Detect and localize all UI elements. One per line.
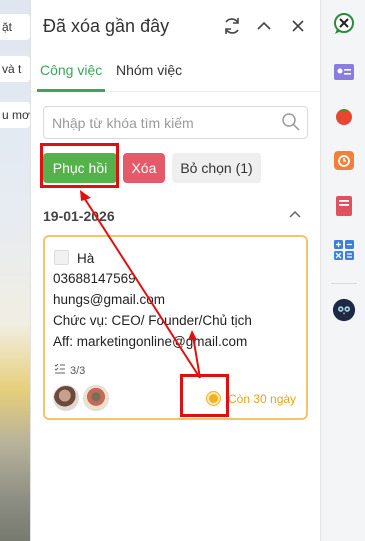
- remaining-days-label: Còn 30 ngày: [228, 392, 297, 406]
- checklist-icon: [54, 363, 66, 378]
- tab-bar: Công việc Nhóm việc: [31, 54, 321, 92]
- calculator-icon[interactable]: [332, 238, 356, 262]
- tab-task-groups[interactable]: Nhóm việc: [116, 62, 182, 78]
- avatar[interactable]: [53, 385, 79, 411]
- owl-avatar-icon[interactable]: [332, 298, 356, 322]
- close-icon[interactable]: [286, 14, 310, 38]
- task-email: hungs@gmail.com: [53, 292, 166, 307]
- restore-button[interactable]: Phục hồi: [43, 153, 117, 183]
- chevron-up-icon[interactable]: [252, 14, 276, 38]
- refresh-icon[interactable]: [220, 14, 244, 38]
- tab-tasks[interactable]: Công việc: [40, 62, 102, 78]
- right-app-sidebar: [320, 0, 365, 541]
- delete-button[interactable]: Xóa: [123, 153, 165, 183]
- recently-deleted-panel: Đã xóa gần đây Công việc Nhóm việc Phục …: [30, 0, 321, 541]
- task-phone: 03688147569: [53, 271, 136, 286]
- background-text-fragment: và t: [0, 56, 30, 82]
- background-app-strip: ặt và t u mơ: [0, 0, 30, 541]
- date-group-label: 19-01-2026: [43, 208, 115, 224]
- avatar[interactable]: [83, 385, 109, 411]
- sidebar-divider: [331, 283, 357, 284]
- active-tab-indicator: [37, 89, 105, 92]
- task-checkbox[interactable]: [54, 250, 69, 265]
- chevron-up-icon[interactable]: [288, 208, 302, 227]
- chat-app-icon[interactable]: [332, 12, 356, 36]
- deselect-button[interactable]: Bỏ chọn (1): [172, 153, 261, 183]
- task-aff: Aff: marketingonline@gmail.com: [53, 334, 248, 349]
- deleted-task-card[interactable]: Hà 03688147569 hungs@gmail.com Chức vụ: …: [43, 235, 308, 420]
- subtask-counter: 3/3: [54, 363, 85, 378]
- search-box: [43, 106, 308, 139]
- tomato-icon[interactable]: [332, 104, 356, 128]
- status-dot-icon: [207, 392, 220, 405]
- search-icon[interactable]: [281, 112, 301, 137]
- task-position: Chức vụ: CEO/ Founder/Chủ tịch: [53, 313, 252, 328]
- notebook-icon[interactable]: [332, 194, 356, 218]
- subtask-count: 3/3: [70, 364, 86, 377]
- search-input[interactable]: [52, 107, 272, 138]
- date-group-header: 19-01-2026: [31, 200, 321, 230]
- panel-header: Đã xóa gần đây: [31, 0, 321, 54]
- task-name: Hà: [77, 251, 95, 266]
- timer-icon[interactable]: [332, 148, 356, 172]
- background-text-fragment: ặt: [0, 14, 30, 40]
- panel-title: Đã xóa gần đây: [43, 16, 170, 36]
- contact-card-icon[interactable]: [332, 60, 356, 84]
- background-text-fragment: u mơ: [0, 102, 30, 128]
